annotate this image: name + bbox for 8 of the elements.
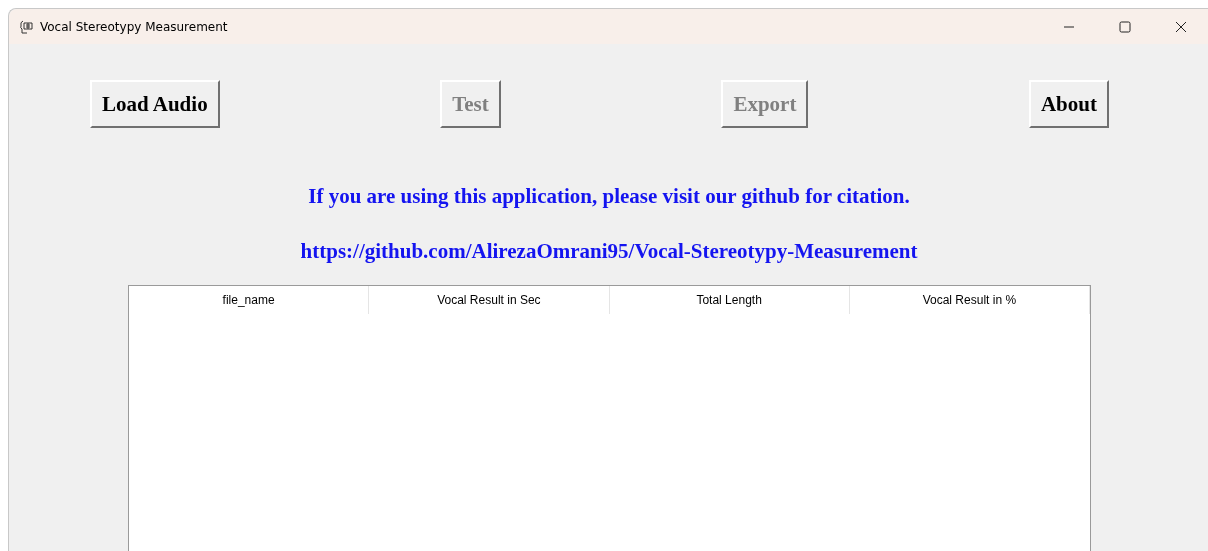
maximize-icon [1119, 20, 1131, 33]
github-link[interactable]: https://github.com/AlirezaOmrani95/Vocal-Stereotypy-Measurement [9, 239, 1208, 264]
app-icon [19, 18, 35, 35]
window-title: Vocal Stereotypy Measurement [40, 19, 229, 34]
citation-notice: If you are using this application, please visit our github for citation. [307, 184, 911, 209]
action-button[interactable]: Load Audio [90, 80, 220, 128]
close-icon [1175, 20, 1187, 33]
action-button[interactable]: About [1028, 80, 1109, 128]
